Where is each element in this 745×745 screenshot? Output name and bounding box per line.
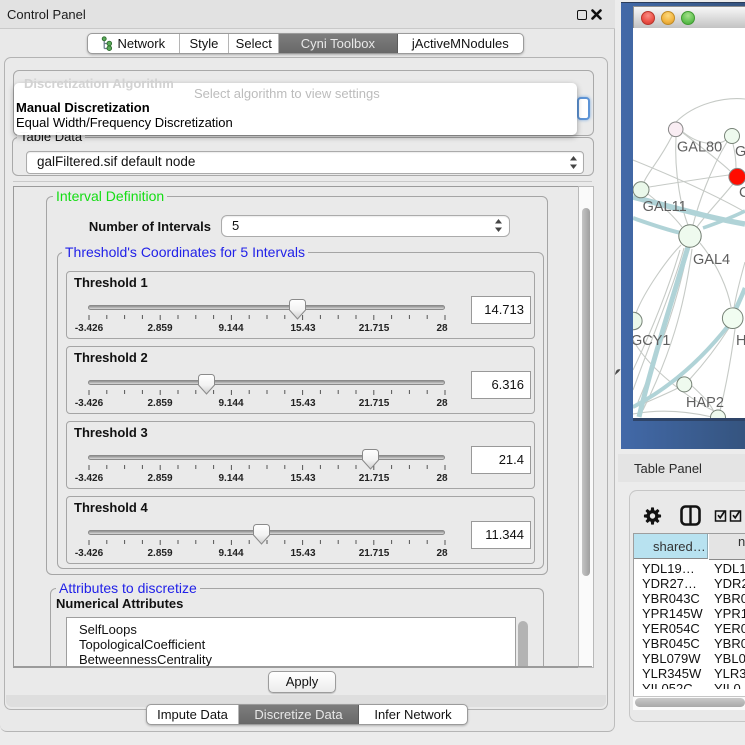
- svg-text:HAP2: HAP2: [686, 395, 724, 411]
- svg-text:GCY1: GCY1: [633, 333, 671, 349]
- svg-text:H: H: [736, 333, 745, 349]
- svg-text:C: C: [739, 185, 745, 201]
- svg-text:GAL80: GAL80: [677, 140, 722, 156]
- svg-text:GA: GA: [735, 144, 745, 160]
- svg-text:GAL11: GAL11: [643, 199, 687, 215]
- svg-text:GAL4: GAL4: [693, 252, 730, 268]
